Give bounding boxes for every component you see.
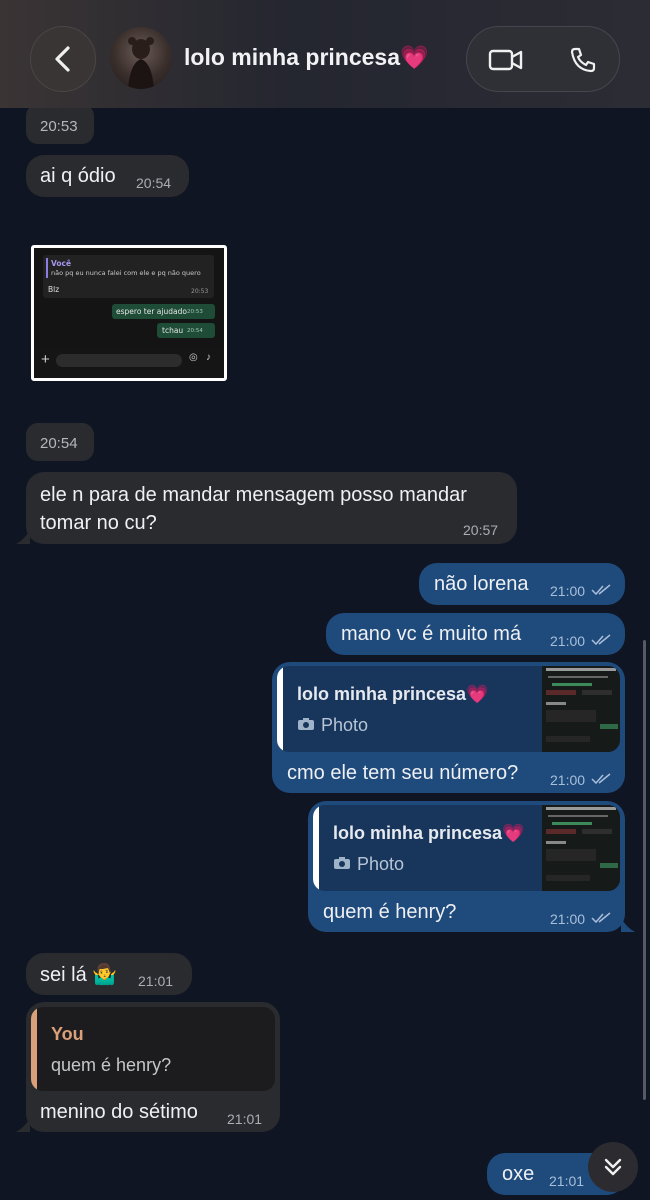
message-time: 21:00 [550,911,586,927]
message-incoming-reply[interactable]: You quem é henry? menino do sétimo 21:01 [26,1002,280,1132]
message-text: quem é henry? [323,901,457,923]
quoted-type: Photo [357,854,405,874]
back-button[interactable] [30,26,96,92]
double-check-icon [591,634,611,646]
video-camera-icon [488,49,522,71]
camera-icon [298,718,314,730]
quoted-type: Photo [321,715,369,735]
quoted-message[interactable]: lolo minha princesa💗 Photo [277,666,620,752]
message-text: não lorena [434,573,529,595]
image-quote-block: Você não pq eu nunca falei com ele e pq … [43,255,214,298]
plus-icon: + [41,351,50,368]
scrollbar[interactable] [643,640,646,1100]
message-text: ai q ódio [40,165,116,187]
message-time: 21:01 [549,1173,585,1189]
message-time: 21:01 [227,1111,263,1127]
avatar[interactable] [110,27,172,89]
message-outgoing[interactable]: não lorena 21:00 [419,563,625,605]
photo-thumbnail [542,666,620,752]
message-text: oxe [502,1163,535,1185]
message-text-line1: ele n para de mandar mensagem posso mand… [40,484,467,506]
message-outgoing[interactable]: mano vc é muito má 21:00 [326,613,625,655]
message-incoming[interactable]: ele n para de mandar mensagem posso mand… [26,472,517,544]
chat-header: lolo minha princesa💗 [0,0,650,108]
double-chevron-down-icon [604,1158,622,1176]
phone-icon [570,47,595,73]
voice-call-button[interactable] [544,27,621,93]
double-check-icon [591,912,611,924]
message-text: menino do sétimo [40,1101,198,1123]
message-time: 20:54 [136,175,172,191]
double-check-icon [591,584,611,596]
quoted-author: lolo minha princesa💗 [333,823,525,843]
message-outgoing-reply[interactable]: lolo minha princesa💗 Photo cmo ele tem s… [272,662,625,793]
camera-icon [334,857,350,869]
message-time: 21:00 [550,583,586,599]
message-time: 21:00 [550,772,586,788]
message-outgoing-reply[interactable]: lolo minha princesa💗 Photo quem é henry?… [308,801,625,932]
photo-thumbnail [542,805,620,891]
quoted-author: You [51,1024,84,1044]
message-text: sei lá 🤷‍♂️ [40,964,118,986]
scroll-to-bottom-button[interactable] [588,1142,638,1192]
contact-name[interactable]: lolo minha princesa💗 [184,44,429,71]
date-chip: 20:54 [26,423,94,461]
camera-icon: ◎ [189,352,198,363]
message-time: 21:01 [138,973,174,989]
message-text: mano vc é muito má [341,623,522,645]
call-actions [466,26,620,92]
mic-icon: ♪ [206,352,211,363]
message-time: 21:00 [550,633,586,649]
message-time: 20:57 [463,522,499,538]
message-incoming[interactable]: ai q ódio 20:54 [26,155,189,197]
quoted-message[interactable]: lolo minha princesa💗 Photo [313,805,620,891]
message-text-line2: tomar no cu? [40,512,157,534]
message-incoming[interactable]: sei lá 🤷‍♂️ 21:01 [26,953,192,995]
avatar-image [128,37,154,89]
double-check-icon [591,773,611,785]
image-message[interactable]: Você não pq eu nunca falei com ele e pq … [31,245,227,381]
date-chip: 20:53 [26,104,94,144]
message-text: cmo ele tem seu número? [287,762,519,784]
quoted-author: lolo minha princesa💗 [297,684,489,704]
chevron-left-icon [55,46,70,72]
quoted-message[interactable]: You quem é henry? [31,1007,275,1091]
video-call-button[interactable] [467,27,544,93]
quoted-text: quem é henry? [51,1055,172,1075]
